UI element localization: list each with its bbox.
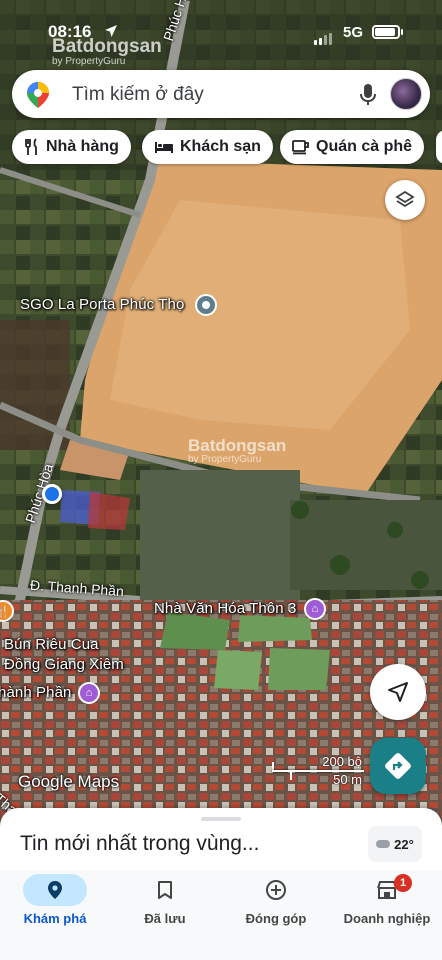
my-location-button[interactable] xyxy=(370,664,426,720)
place-label-nha-van-hoa[interactable]: Nhà Văn Hóa Thôn 3 xyxy=(154,600,296,617)
scale-top-label: 200 bộ xyxy=(322,754,362,769)
place-label-bun-rieu[interactable]: Bún Riêu Cua xyxy=(4,636,99,653)
bed-icon xyxy=(155,142,173,153)
signal-bars-icon xyxy=(314,27,334,45)
nav-explore-label: Khám phá xyxy=(23,911,87,926)
notification-badge: 1 xyxy=(394,874,412,892)
chip-restaurants[interactable]: Nhà hàng xyxy=(12,130,131,164)
nav-business-label: Doanh nghiệp xyxy=(343,911,431,926)
scale-bottom-label: 50 m xyxy=(333,772,362,787)
chip-label-restaurants: Nhà hàng xyxy=(46,138,119,155)
google-maps-pin-icon xyxy=(27,82,49,108)
nav-contribute-indicator xyxy=(244,874,308,906)
search-placeholder[interactable]: Tìm kiếm ở đây xyxy=(72,84,204,106)
watermark-brand-center: Batdongsan xyxy=(188,436,287,455)
network-type: 5G xyxy=(343,24,364,41)
nav-business[interactable]: 1 Doanh nghiệp xyxy=(332,870,442,940)
coffee-cup-icon xyxy=(292,140,309,155)
weather-chip[interactable]: 22° xyxy=(368,826,422,862)
search-bar[interactable]: Tìm kiếm ở đây xyxy=(12,70,430,118)
nav-contribute[interactable]: Đóng góp xyxy=(221,870,331,940)
place-pin-nha-van-hoa[interactable]: ⌂ xyxy=(304,598,326,620)
nav-explore-indicator xyxy=(23,874,87,906)
google-maps-attribution: Google Maps xyxy=(18,772,120,791)
current-location-dot[interactable] xyxy=(42,484,62,504)
chip-hotels[interactable]: Khách sạn xyxy=(142,130,273,164)
battery-icon xyxy=(372,25,400,39)
place-label-dong-giang[interactable]: Đồng Giang Xiêm xyxy=(4,656,124,673)
place-pin-thanh-phan[interactable]: ⌂ xyxy=(78,682,100,704)
directions-button[interactable] xyxy=(370,738,426,794)
chip-label-hotels: Khách sạn xyxy=(180,138,261,155)
place-label-thanh-phan[interactable]: hành Phần xyxy=(0,684,71,701)
bottom-navigation: Khám phá Đã lưu Đóng góp 1 Doanh nghiệp xyxy=(0,870,442,960)
location-arrow-icon xyxy=(105,25,117,37)
layers-button[interactable] xyxy=(385,180,425,220)
add-circle-icon xyxy=(266,880,286,900)
battery-cap xyxy=(401,29,403,35)
weather-temperature: 22° xyxy=(394,836,414,852)
directions-icon xyxy=(385,753,411,779)
user-avatar[interactable] xyxy=(390,78,422,110)
status-bar: 08:16 5G xyxy=(0,0,442,60)
chip-more[interactable] xyxy=(436,130,442,164)
navigation-arrow-icon xyxy=(388,682,408,702)
layers-icon xyxy=(395,190,415,208)
sheet-drag-handle[interactable] xyxy=(201,817,241,821)
watermark-logo-center: Batdongsan by PropertyGuru xyxy=(158,436,286,465)
bookmark-icon xyxy=(158,881,172,899)
scale-tick xyxy=(290,770,292,780)
chip-cafes[interactable]: Quán cà phê xyxy=(280,130,425,164)
nav-saved-label: Đã lưu xyxy=(144,911,186,926)
location-pin-icon xyxy=(48,881,62,899)
sheet-title: Tin mới nhất trong vùng... xyxy=(20,832,260,855)
nav-contribute-label: Đóng góp xyxy=(245,911,307,926)
watermark-sub-center: by PropertyGuru xyxy=(188,454,262,465)
nav-saved-indicator xyxy=(133,874,197,906)
status-time: 08:16 xyxy=(48,22,92,41)
microphone-icon[interactable] xyxy=(358,83,378,107)
nav-saved[interactable]: Đã lưu xyxy=(110,870,220,940)
map-scale: 200 bộ 50 m xyxy=(272,754,366,787)
place-label-sgo[interactable]: SGO La Porta Phúc Thọ xyxy=(20,296,184,313)
nav-explore[interactable]: Khám phá xyxy=(0,870,110,940)
fork-knife-icon xyxy=(25,138,37,155)
place-pin-sgo[interactable] xyxy=(195,294,217,316)
cloud-icon xyxy=(376,840,391,848)
bottom-sheet[interactable]: Tin mới nhất trong vùng... 22° xyxy=(0,808,442,878)
chip-label-cafes: Quán cà phê xyxy=(316,138,413,155)
